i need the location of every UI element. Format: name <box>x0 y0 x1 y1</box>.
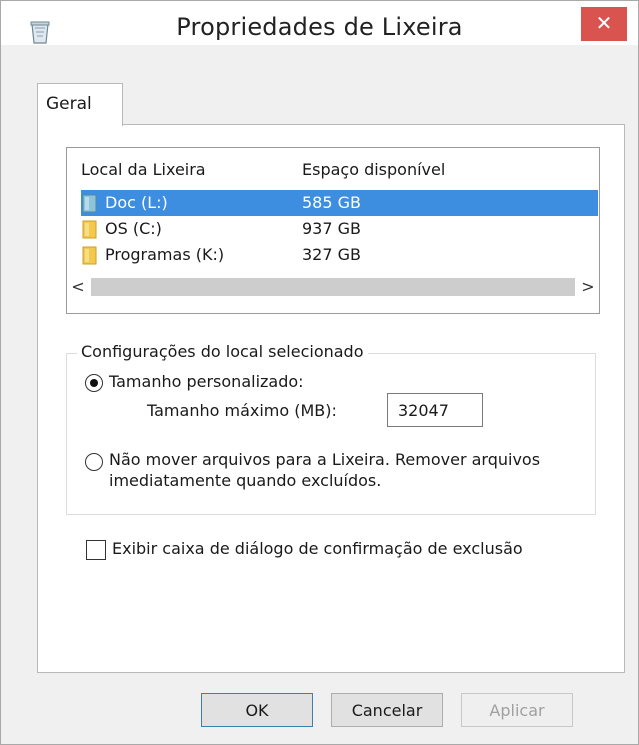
row-space: 327 GB <box>302 245 361 264</box>
row-name: Programas (K:) <box>105 245 225 264</box>
window-title: Propriedades de Lixeira <box>176 13 463 41</box>
list-row[interactable]: Programas (K:) 327 GB <box>81 242 598 268</box>
custom-size-radio[interactable] <box>85 374 103 392</box>
row-space: 937 GB <box>302 219 361 238</box>
row-name: OS (C:) <box>105 219 162 238</box>
custom-size-label: Tamanho personalizado: <box>109 372 304 391</box>
row-name: Doc (L:) <box>105 193 168 212</box>
apply-button[interactable]: Aplicar <box>461 693 573 727</box>
no-move-label-line2: imediatamente quando excluídos. <box>109 471 382 490</box>
properties-dialog: Propriedades de Lixeira ✕ Geral Local da… <box>0 0 639 745</box>
locations-list[interactable]: Local da Lixeira Espaço disponível Doc (… <box>66 147 600 314</box>
close-icon: ✕ <box>595 11 613 35</box>
list-header: Local da Lixeira Espaço disponível <box>67 148 599 188</box>
folder-icon <box>82 220 97 239</box>
max-size-label: Tamanho máximo (MB): <box>147 401 337 420</box>
scroll-left-button[interactable]: < <box>67 276 89 298</box>
scroll-thumb[interactable] <box>91 278 575 296</box>
confirm-delete-label: Exibir caixa de diálogo de confirmação d… <box>112 539 523 558</box>
list-row[interactable]: OS (C:) 937 GB <box>81 216 598 242</box>
drive-icon <box>82 194 97 213</box>
tab-panel: Local da Lixeira Espaço disponível Doc (… <box>37 124 625 673</box>
title-bar[interactable]: Propriedades de Lixeira ✕ <box>1 1 638 45</box>
group-legend: Configurações do local selecionado <box>77 342 368 361</box>
row-space: 585 GB <box>302 193 361 212</box>
location-settings-group: Configurações do local selecionado Taman… <box>66 342 596 515</box>
horizontal-scrollbar[interactable]: < > <box>67 276 599 298</box>
column-header-space[interactable]: Espaço disponível <box>302 160 445 179</box>
scroll-right-button[interactable]: > <box>577 276 599 298</box>
column-header-location[interactable]: Local da Lixeira <box>81 160 206 179</box>
confirm-delete-checkbox[interactable] <box>86 540 106 560</box>
max-size-input[interactable]: 32047 <box>387 393 483 427</box>
cancel-button[interactable]: Cancelar <box>331 693 443 727</box>
tab-label: Geral <box>46 94 92 114</box>
close-button[interactable]: ✕ <box>581 7 627 41</box>
no-move-label-line1: Não mover arquivos para a Lixeira. Remov… <box>109 450 541 469</box>
no-move-radio[interactable] <box>85 453 103 471</box>
folder-icon <box>82 246 97 265</box>
ok-button[interactable]: OK <box>201 693 313 727</box>
radio-selected-dot <box>90 379 98 387</box>
tab-geral[interactable]: Geral <box>37 83 123 126</box>
list-row[interactable]: Doc (L:) 585 GB <box>81 190 598 216</box>
